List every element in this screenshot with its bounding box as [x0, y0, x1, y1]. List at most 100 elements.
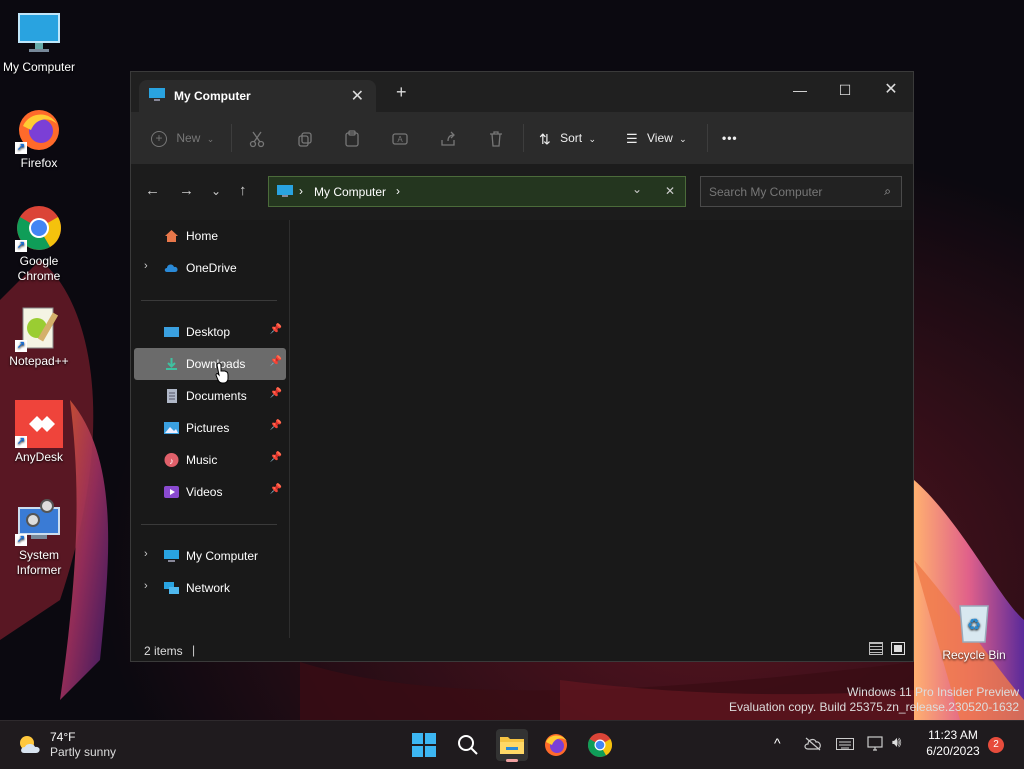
taskbar-file-explorer[interactable]	[496, 729, 528, 762]
new-button[interactable]: + New ⌄	[151, 126, 214, 150]
clock[interactable]: 11:23 AM 6/20/2023	[918, 728, 988, 758]
monitor-icon	[277, 185, 293, 203]
delete-button[interactable]	[487, 126, 505, 150]
address-dropdown-icon[interactable]: ⌄	[632, 182, 642, 196]
cut-button[interactable]	[248, 126, 266, 150]
evaluation-watermark: Windows 11 Pro Insider Preview Evaluatio…	[729, 685, 1019, 715]
desktop-icon-anydesk[interactable]: ↗ AnyDesk	[1, 400, 77, 465]
taskbar-search-button[interactable]	[452, 729, 484, 761]
monitor-icon	[164, 550, 179, 562]
view-button[interactable]: ☰ View ⌄	[626, 126, 687, 150]
nav-label: Music	[186, 453, 218, 467]
windows-logo-icon	[412, 733, 436, 757]
toolbar-separator	[231, 124, 232, 152]
trash-icon	[490, 131, 502, 147]
nav-item-videos[interactable]: Videos 📌	[134, 476, 286, 508]
up-arrow-icon[interactable]: ↑	[239, 182, 247, 199]
clock-date: 6/20/2023	[926, 744, 980, 758]
taskbar-firefox[interactable]	[540, 729, 572, 761]
cloud-off-icon[interactable]	[804, 737, 822, 751]
rename-button[interactable]: A	[391, 126, 409, 150]
show-hidden-icons-chevron-icon[interactable]: ^	[774, 735, 781, 751]
nav-label: Desktop	[186, 325, 231, 339]
back-arrow-icon[interactable]: ←	[145, 182, 160, 199]
details-view-icon[interactable]	[869, 642, 883, 655]
nav-divider	[141, 300, 277, 301]
tab-title: My Computer	[174, 89, 251, 103]
large-icons-view-icon[interactable]	[891, 642, 905, 655]
recent-locations-chevron-icon[interactable]: ⌄	[211, 184, 221, 198]
search-box[interactable]: Search My Computer ⌕	[700, 176, 902, 207]
nav-item-documents[interactable]: Documents 📌	[134, 380, 286, 412]
more-icon: •••	[722, 131, 738, 145]
shortcut-arrow-icon: ↗	[15, 340, 27, 352]
taskbar-chrome[interactable]	[584, 729, 616, 761]
expand-chevron-icon[interactable]: ›	[144, 548, 148, 560]
new-tab-button[interactable]: +	[396, 82, 407, 103]
shortcut-arrow-icon: ↗	[15, 534, 27, 546]
nav-item-pictures[interactable]: Pictures 📌	[134, 412, 286, 444]
folder-icon	[500, 737, 524, 754]
shortcut-arrow-icon: ↗	[15, 142, 27, 154]
status-separator: |	[192, 643, 196, 657]
address-bar[interactable]: › My Computer › ⌄ ✕	[268, 176, 686, 207]
close-window-button[interactable]: ✕	[869, 76, 913, 104]
breadcrumb-my-computer[interactable]: My Computer	[314, 185, 386, 199]
tab-my-computer[interactable]: My Computer ✕	[139, 80, 376, 112]
view-label: View	[647, 131, 673, 145]
desktop-icon-chrome[interactable]: ↗ Google Chrome	[1, 204, 77, 284]
clear-address-icon[interactable]: ✕	[665, 184, 675, 198]
forward-arrow-icon[interactable]: →	[179, 182, 194, 199]
notification-badge[interactable]: 2	[988, 737, 1004, 753]
breadcrumb-chevron-icon[interactable]: ›	[396, 184, 400, 198]
network-status-icon[interactable]	[867, 736, 885, 752]
expand-chevron-icon[interactable]: ›	[144, 260, 148, 272]
desktop-icon-notepad-plus-plus[interactable]: ↗ Notepad++	[1, 304, 77, 369]
paste-button[interactable]	[343, 126, 361, 150]
volume-icon[interactable]: 🔊︎	[892, 734, 901, 751]
mouse-cursor-icon	[215, 362, 229, 384]
more-options-button[interactable]: •••	[722, 126, 738, 150]
cloud-icon	[164, 264, 178, 272]
status-bar: 2 items |	[131, 638, 913, 662]
pane-splitter[interactable]	[289, 220, 290, 638]
desktop-icon-my-computer[interactable]: My Computer	[1, 10, 77, 75]
close-tab-icon[interactable]: ✕	[351, 86, 364, 106]
nav-item-network[interactable]: › Network	[134, 572, 286, 604]
monitor-icon	[149, 88, 165, 102]
nav-item-music[interactable]: ♪ Music 📌	[134, 444, 286, 476]
navigation-pane: Home › OneDrive Desktop 📌 Downloads 📌 Do…	[131, 220, 289, 638]
pin-icon: 📌	[269, 420, 282, 431]
nav-item-downloads[interactable]: Downloads 📌	[134, 348, 286, 380]
command-bar: + New ⌄ A ⇅ Sort ⌄ ☰ View ⌄ •••	[131, 112, 913, 164]
chevron-down-icon: ⌄	[206, 134, 215, 144]
title-bar: My Computer ✕ + — ☐ ✕	[131, 72, 913, 112]
search-input[interactable]: Search My Computer	[709, 185, 822, 199]
system-informer-icon: ↗	[15, 498, 63, 546]
expand-chevron-icon[interactable]: ›	[144, 580, 148, 592]
pin-icon: 📌	[269, 356, 282, 367]
firefox-icon	[545, 734, 567, 756]
nav-label: Documents	[186, 389, 247, 403]
maximize-button[interactable]: ☐	[823, 76, 867, 104]
nav-item-home[interactable]: Home	[134, 220, 286, 252]
nav-item-onedrive[interactable]: › OneDrive	[134, 252, 286, 284]
start-button[interactable]	[408, 729, 440, 761]
desktop-icon-recycle-bin[interactable]: ♻ Recycle Bin	[936, 598, 1012, 663]
nav-item-my-computer[interactable]: › My Computer	[134, 540, 286, 572]
pin-icon: 📌	[269, 484, 282, 495]
share-button[interactable]	[439, 126, 457, 150]
copy-button[interactable]	[296, 126, 314, 150]
weather-temp: 74°F	[50, 730, 76, 744]
toolbar-separator	[523, 124, 524, 152]
weather-widget[interactable]: 74°F Partly sunny	[16, 728, 126, 762]
sort-button[interactable]: ⇅ Sort ⌄	[539, 126, 596, 150]
copy-icon	[298, 132, 312, 147]
nav-item-desktop[interactable]: Desktop 📌	[134, 316, 286, 348]
desktop-icon-firefox[interactable]: ↗ Firefox	[1, 106, 77, 171]
nav-divider	[141, 524, 277, 525]
minimize-button[interactable]: —	[778, 76, 822, 104]
keyboard-icon[interactable]	[836, 738, 854, 750]
desktop-icon-system-informer[interactable]: ↗ System Informer	[1, 498, 77, 578]
desktop-icon-label: System Informer	[16, 548, 62, 577]
